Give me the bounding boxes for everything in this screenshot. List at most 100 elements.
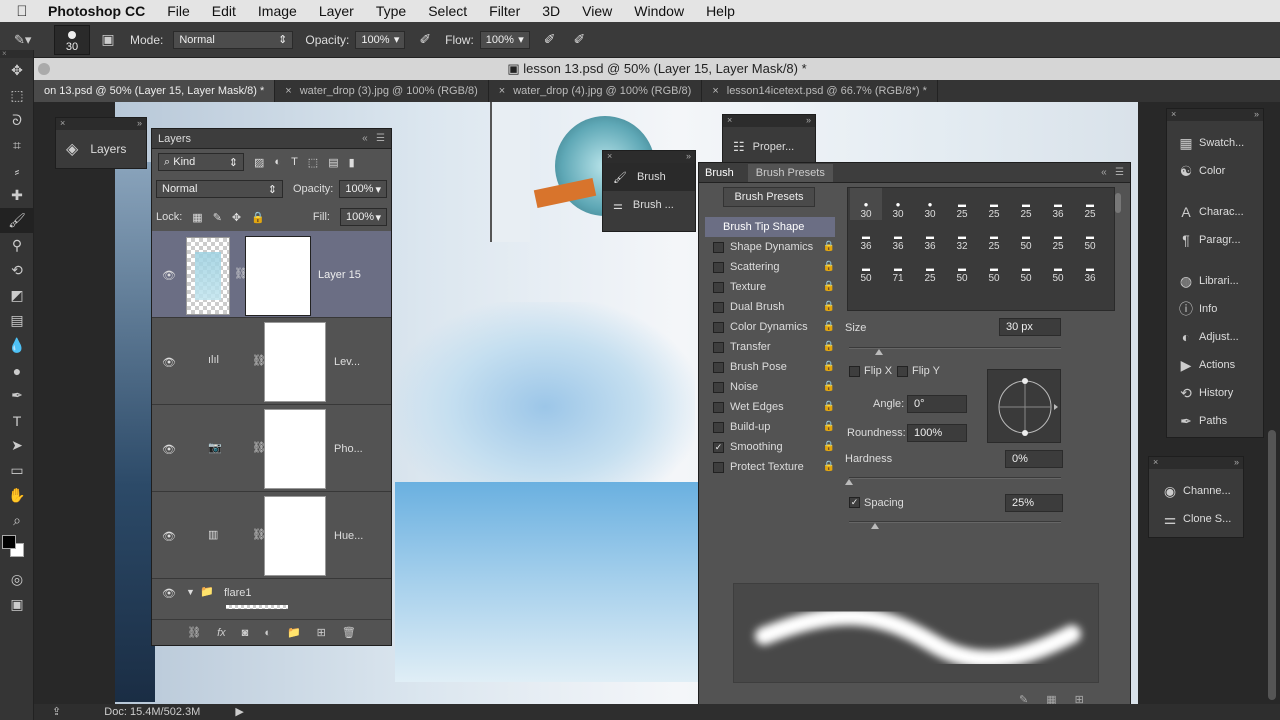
lock-icon[interactable]: 🔒 [823, 361, 835, 372]
brush-option-item[interactable]: Color Dynamics 🔒 [705, 317, 835, 337]
brush-panel-toggle-icon[interactable]: ▣ [90, 31, 126, 48]
brush-tip-cell[interactable]: ● 30 [914, 188, 946, 221]
close-icon[interactable]: × [1171, 109, 1176, 121]
brush-tip-cell[interactable]: ▬ 50 [1010, 252, 1042, 285]
dock-actions[interactable]: ▶ Actions [1173, 351, 1263, 379]
option-checkbox[interactable] [713, 401, 724, 413]
eye-icon[interactable]: 👁 [162, 269, 176, 282]
flip-y-checkbox[interactable] [897, 366, 908, 377]
lock-pixels-icon[interactable]: ✎ [213, 211, 222, 224]
pressure-size-icon[interactable]: ✐ [574, 31, 586, 48]
brush-tool-icon[interactable]: ✎▾ [14, 32, 54, 48]
option-checkbox[interactable] [713, 361, 724, 373]
flow-input[interactable]: 100% ▾ [479, 30, 530, 49]
brush-tip-shape-item[interactable]: Brush Tip Shape [705, 217, 835, 237]
mode-select[interactable]: Normal ⇕ [173, 30, 294, 49]
new-group-icon[interactable]: 📁 [287, 626, 301, 639]
collapse-icon[interactable]: » [806, 115, 811, 127]
brush-tip-grid[interactable]: ● 30 ● 30 ● 30 ▬ 25 ▬ 25 ▬ 25 ▬ 36 ▬ 25 ▬ 36 ▬ 36 ▬ 36 ▬ 32 ▬ 25 ▬… [847, 187, 1115, 311]
close-icon[interactable]: × [607, 151, 612, 163]
group-name[interactable]: flare1 [224, 587, 252, 599]
brush-tip-cell[interactable]: ▬ 36 [1074, 252, 1106, 285]
tab-water-drop-3[interactable]: × water_drop (3).jpg @ 100% (RGB/8) [275, 80, 489, 102]
smart-filter-icon[interactable]: ▤ [328, 156, 338, 169]
eyedropper-tool-icon[interactable]: ⸗ [0, 158, 34, 183]
lock-icon[interactable]: 🔒 [823, 461, 835, 472]
type-tool-icon[interactable]: T [0, 408, 34, 433]
menu-type[interactable]: Type [365, 3, 417, 19]
brush-option-item[interactable]: Build-up 🔒 [705, 417, 835, 437]
new-layer-icon[interactable]: ⊞ [317, 626, 326, 639]
dodge-tool-icon[interactable]: ● [0, 358, 34, 383]
layer-mask-thumbnail[interactable] [264, 322, 326, 402]
brush-option-item[interactable]: Texture 🔒 [705, 277, 835, 297]
brush-tip-cell[interactable]: ● 30 [850, 188, 882, 220]
brush-tip-cell[interactable]: ▬ 25 [946, 188, 978, 221]
hardness-slider-thumb[interactable] [845, 479, 853, 485]
spacing-checkbox[interactable]: ✓ [849, 497, 860, 508]
brush-tip-cell[interactable]: ▬ 50 [1010, 220, 1042, 253]
option-checkbox[interactable] [713, 461, 724, 473]
close-icon[interactable]: × [499, 85, 505, 97]
healing-tool-icon[interactable]: ✚ [0, 183, 34, 208]
path-select-icon[interactable]: ➤ [0, 433, 34, 458]
lock-icon[interactable]: 🔒 [823, 261, 835, 272]
blend-mode-select[interactable]: Normal ⇕ [156, 180, 283, 198]
move-tool-icon[interactable]: ✥ [0, 58, 34, 83]
dock-clone-source[interactable]: ⚌ Clone S... [1157, 505, 1243, 533]
opacity-input[interactable]: 100% ▾ [355, 30, 406, 49]
menu-select[interactable]: Select [417, 3, 478, 19]
brush-option-item[interactable]: Wet Edges 🔒 [705, 397, 835, 417]
brush-tip-cell[interactable]: ▬ 25 [1074, 188, 1106, 221]
brush-tip-cell[interactable]: ▬ 50 [1042, 252, 1074, 285]
color-swatches[interactable] [0, 533, 33, 567]
trash-icon[interactable]: 🗑 [342, 626, 356, 639]
layer-name[interactable]: Hue... [334, 530, 363, 542]
lock-transparency-icon[interactable]: ▦ [192, 211, 202, 224]
dock-history[interactable]: ⟲ History [1173, 379, 1263, 407]
option-checkbox[interactable] [713, 281, 724, 293]
brush-tip-cell[interactable]: ▬ 36 [914, 220, 946, 253]
zoom-tool-icon[interactable]: ⌕ [0, 508, 34, 533]
eye-icon[interactable]: 👁 [162, 530, 176, 543]
brush-mini-button[interactable]: 🖌 Brush [603, 163, 695, 191]
tab-water-drop-4[interactable]: × water_drop (4).jpg @ 100% (RGB/8) [489, 80, 703, 102]
layers-panel-title[interactable]: Layers [158, 133, 191, 145]
dock-paths[interactable]: ✒ Paths [1173, 407, 1263, 435]
layer-mask-thumbnail[interactable] [264, 409, 326, 489]
disclosure-triangle-icon[interactable]: ▼ [186, 587, 195, 597]
eye-icon[interactable]: 👁 [162, 356, 176, 369]
layer-name[interactable]: Lev... [334, 356, 360, 368]
brush-option-item[interactable]: Shape Dynamics 🔒 [705, 237, 835, 257]
close-icon[interactable]: × [727, 115, 732, 127]
option-checkbox[interactable]: ✓ [713, 441, 724, 453]
app-name[interactable]: Photoshop CC [44, 3, 156, 19]
dock-info[interactable]: ⓘ Info [1173, 295, 1263, 323]
layer-opacity-input[interactable]: 100% ▾ [339, 180, 387, 198]
fill-input[interactable]: 100% ▾ [339, 208, 387, 226]
option-checkbox[interactable] [713, 381, 724, 393]
tab-lesson14icetext[interactable]: × lesson14icetext.psd @ 66.7% (RGB/8*) * [702, 80, 938, 102]
brush-tip-cell[interactable]: ▬ 36 [850, 220, 882, 253]
menu-image[interactable]: Image [247, 3, 308, 19]
dock-color[interactable]: ☯ Color [1173, 157, 1263, 185]
tab-lesson13[interactable]: on 13.psd @ 50% (Layer 15, Layer Mask/8)… [34, 80, 276, 102]
menu-window[interactable]: Window [623, 3, 695, 19]
dock-character[interactable]: A Charac... [1173, 198, 1263, 226]
new-adjustment-icon[interactable]: ◐ [264, 627, 271, 639]
brush-tip-cell[interactable]: ▬ 36 [882, 220, 914, 253]
lock-icon[interactable]: 🔒 [823, 241, 835, 252]
close-icon[interactable]: × [60, 118, 65, 130]
crop-tool-icon[interactable]: ⌗ [0, 133, 34, 158]
blur-tool-icon[interactable]: 💧 [0, 333, 34, 358]
dock-adjustments[interactable]: ◐ Adjust... [1173, 323, 1263, 351]
hardness-slider[interactable] [849, 477, 1061, 479]
menu-layer[interactable]: Layer [308, 3, 365, 19]
vertical-scrollbar[interactable] [1268, 430, 1276, 700]
option-checkbox[interactable] [713, 321, 724, 333]
layers-mini-button[interactable]: ◈ Layers [56, 130, 146, 168]
brush-tip-cell[interactable]: ▬ 50 [850, 252, 882, 285]
brush-tip-cell[interactable]: ▬ 32 [946, 220, 978, 253]
eye-icon[interactable]: 👁 [162, 443, 176, 456]
shape-filter-icon[interactable]: ⬚ [308, 156, 318, 169]
